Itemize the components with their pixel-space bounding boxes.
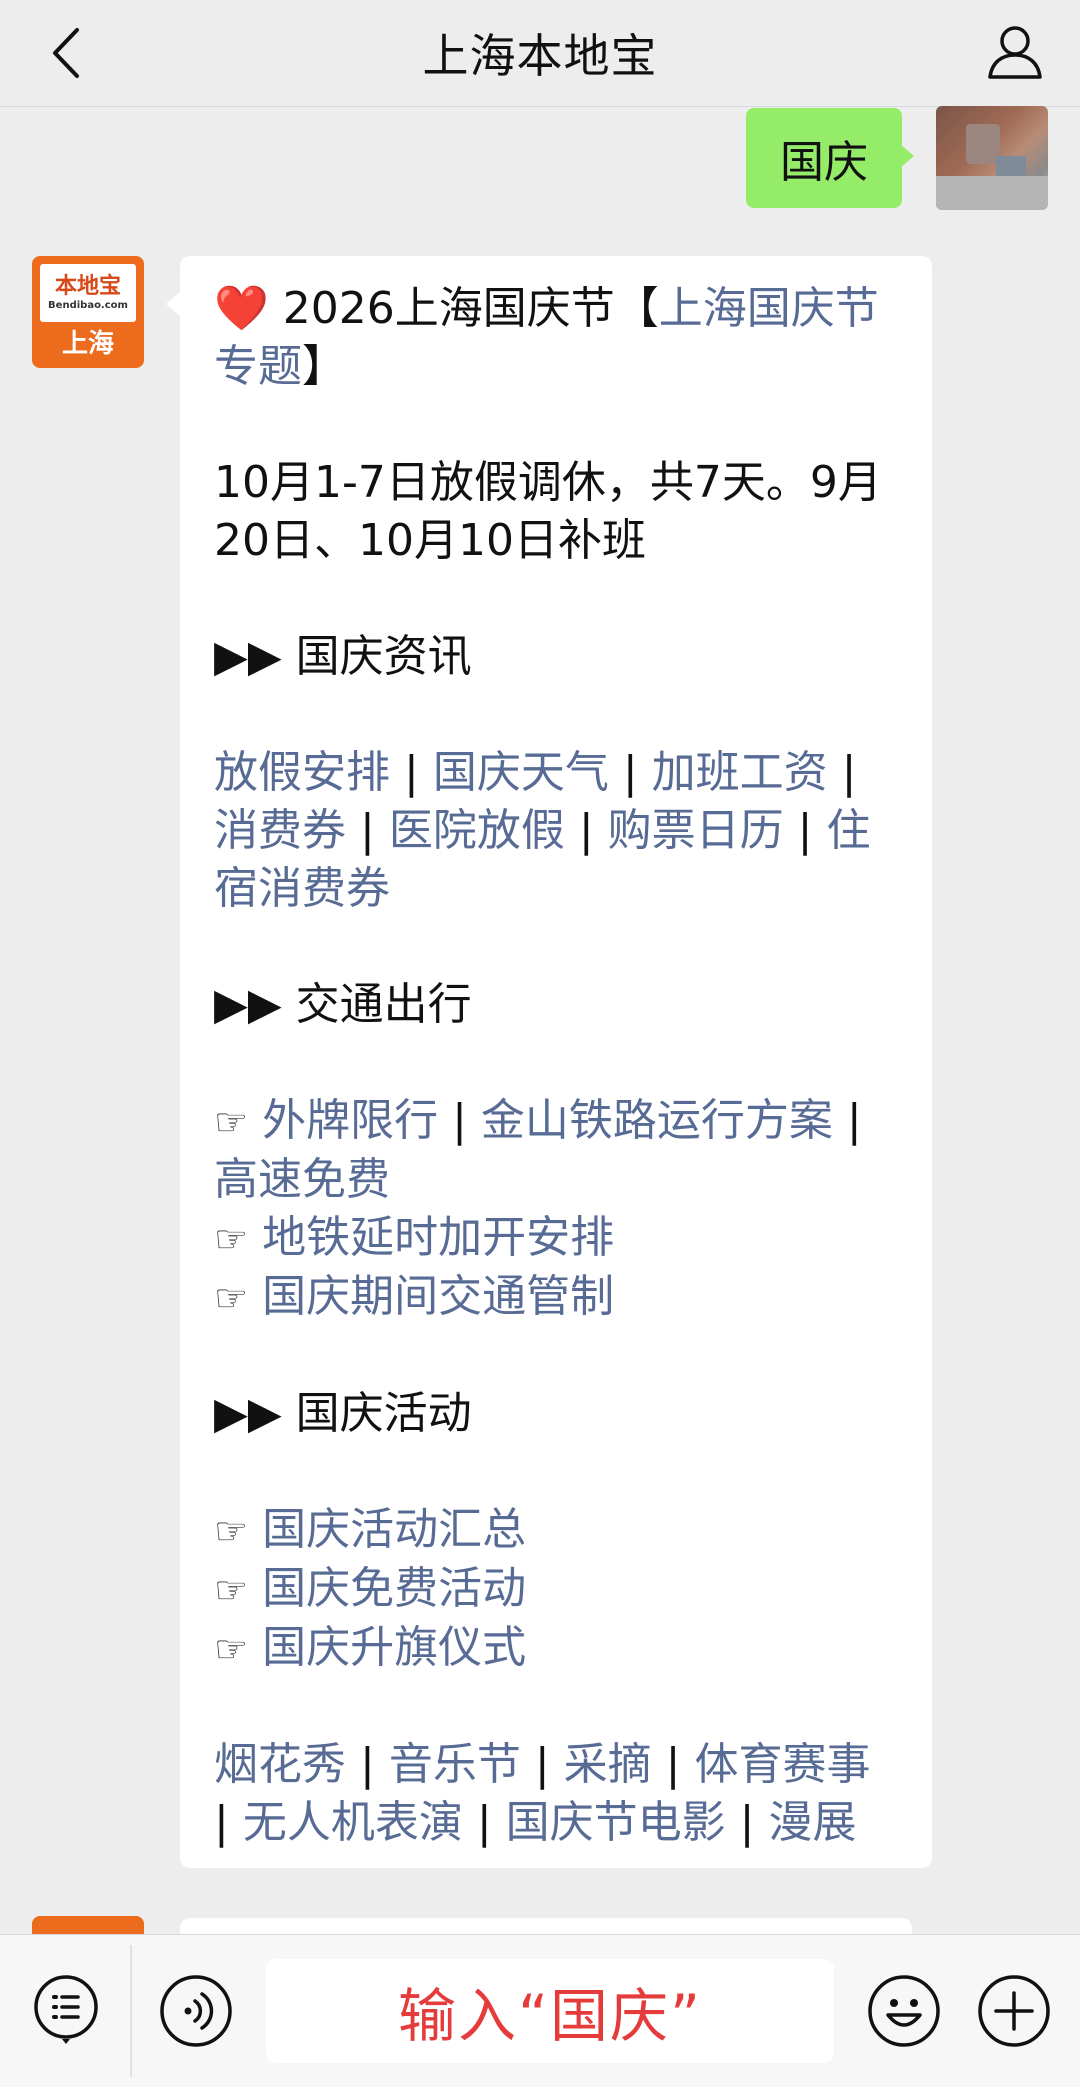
link-sports-events[interactable]: 体育赛事 xyxy=(694,1739,870,1790)
section-title-news: ▶▶ 国庆资讯 xyxy=(214,631,472,682)
profile-button[interactable] xyxy=(980,16,1050,86)
pointing-hand-icon: ☞ xyxy=(214,1217,249,1261)
link-jinshan-railway[interactable]: 金山铁路运行方案 xyxy=(481,1095,833,1146)
bendibao-avatar[interactable]: 本地宝 Bendibao.com 上海 xyxy=(32,256,144,368)
traffic-control-line: ☞ 国庆期间交通管制 xyxy=(214,1268,898,1327)
activity-item: ☞ 国庆升旗仪式 xyxy=(214,1619,898,1678)
message-intro: ❤️ 2026上海国庆节【上海国庆节专题】 xyxy=(214,283,879,392)
voice-button[interactable] xyxy=(158,1973,234,2049)
my-avatar[interactable] xyxy=(936,106,1048,210)
section-title-transport: ▶▶ 交通出行 xyxy=(214,979,472,1030)
link-activity-summary[interactable]: 国庆活动汇总 xyxy=(262,1504,526,1555)
pointing-hand-icon: ☞ xyxy=(214,1627,249,1671)
transport-links: ☞ 外牌限行 | 金山铁路运行方案 | 高速免费 xyxy=(214,1095,862,1205)
voice-icon xyxy=(160,1975,232,2047)
link-movies[interactable]: 国庆节电影 xyxy=(506,1797,726,1848)
heart-icon: ❤️ xyxy=(214,283,269,334)
link-comic-expo[interactable]: 漫展 xyxy=(768,1797,856,1848)
news-links: 放假安排 | 国庆天气 | 加班工资 | 消费券 | 医院放假 | 购票日历 |… xyxy=(214,747,871,914)
link-hospital-holiday[interactable]: 医院放假 xyxy=(389,805,565,856)
pointing-hand-icon: ☞ xyxy=(214,1509,249,1553)
input-toolbar: 输入“国庆” xyxy=(0,1934,1080,2087)
link-coupons[interactable]: 消费券 xyxy=(214,805,346,856)
top-navigation-bar: 上海本地宝 xyxy=(0,0,1080,107)
bendibao-logo: 本地宝 Bendibao.com xyxy=(40,264,136,322)
smiley-icon xyxy=(868,1975,940,2047)
sent-message-bubble[interactable]: 国庆 xyxy=(746,108,914,208)
activity-item: ☞ 国庆活动汇总 xyxy=(214,1501,898,1560)
menu-button[interactable] xyxy=(30,1973,102,2045)
link-free-activities[interactable]: 国庆免费活动 xyxy=(262,1563,526,1614)
received-message-bubble: ❤️ 2026上海国庆节【上海国庆节专题】 10月1-7日放假调休，共7天。9月… xyxy=(166,256,932,1868)
toolbar-divider xyxy=(130,1945,132,2077)
sent-message-text: 国庆 xyxy=(780,137,868,188)
pointing-hand-icon: ☞ xyxy=(214,1568,249,1612)
message-input[interactable]: 输入“国庆” xyxy=(266,1959,834,2063)
link-holiday-arrangement[interactable]: 放假安排 xyxy=(214,747,390,798)
link-fruit-picking[interactable]: 采摘 xyxy=(564,1739,652,1790)
pointing-hand-icon: ☞ xyxy=(214,1276,249,1320)
plus-icon xyxy=(978,1975,1050,2047)
next-message-avatar xyxy=(32,1916,144,1936)
input-hint-text: 输入“国庆” xyxy=(397,1982,703,2050)
link-metro-extension[interactable]: 地铁延时加开安排 xyxy=(262,1212,614,1263)
link-free-highway[interactable]: 高速免费 xyxy=(214,1154,390,1205)
emoji-button[interactable] xyxy=(866,1973,942,2049)
page-title: 上海本地宝 xyxy=(422,29,658,83)
back-button[interactable] xyxy=(36,18,96,88)
event-links: 烟花秀 | 音乐节 | 采摘 | 体育赛事 | 无人机表演 | 国庆节电影 | … xyxy=(214,1739,871,1848)
more-button[interactable] xyxy=(976,1973,1052,2049)
list-menu-icon xyxy=(34,1975,98,2044)
metro-line: ☞ 地铁延时加开安排 xyxy=(214,1209,898,1268)
person-icon xyxy=(988,26,1042,79)
chevron-left-icon xyxy=(53,28,79,78)
link-drone-show[interactable]: 无人机表演 xyxy=(243,1797,463,1848)
link-fireworks[interactable]: 烟花秀 xyxy=(214,1739,346,1790)
section-title-activities: ▶▶ 国庆活动 xyxy=(214,1388,472,1439)
activity-item: ☞ 国庆免费活动 xyxy=(214,1560,898,1619)
link-flag-raising[interactable]: 国庆升旗仪式 xyxy=(262,1622,526,1673)
link-weather[interactable]: 国庆天气 xyxy=(433,747,609,798)
pointing-hand-icon: ☞ xyxy=(214,1100,249,1144)
holiday-dates: 10月1-7日放假调休，共7天。9月20日、10月10日补班 xyxy=(214,457,882,566)
link-ticket-calendar[interactable]: 购票日历 xyxy=(608,805,784,856)
link-overtime-pay[interactable]: 加班工资 xyxy=(652,747,828,798)
link-music-festival[interactable]: 音乐节 xyxy=(389,1739,521,1790)
link-traffic-control[interactable]: 国庆期间交通管制 xyxy=(262,1271,614,1322)
link-plate-restriction[interactable]: 外牌限行 xyxy=(262,1095,438,1146)
